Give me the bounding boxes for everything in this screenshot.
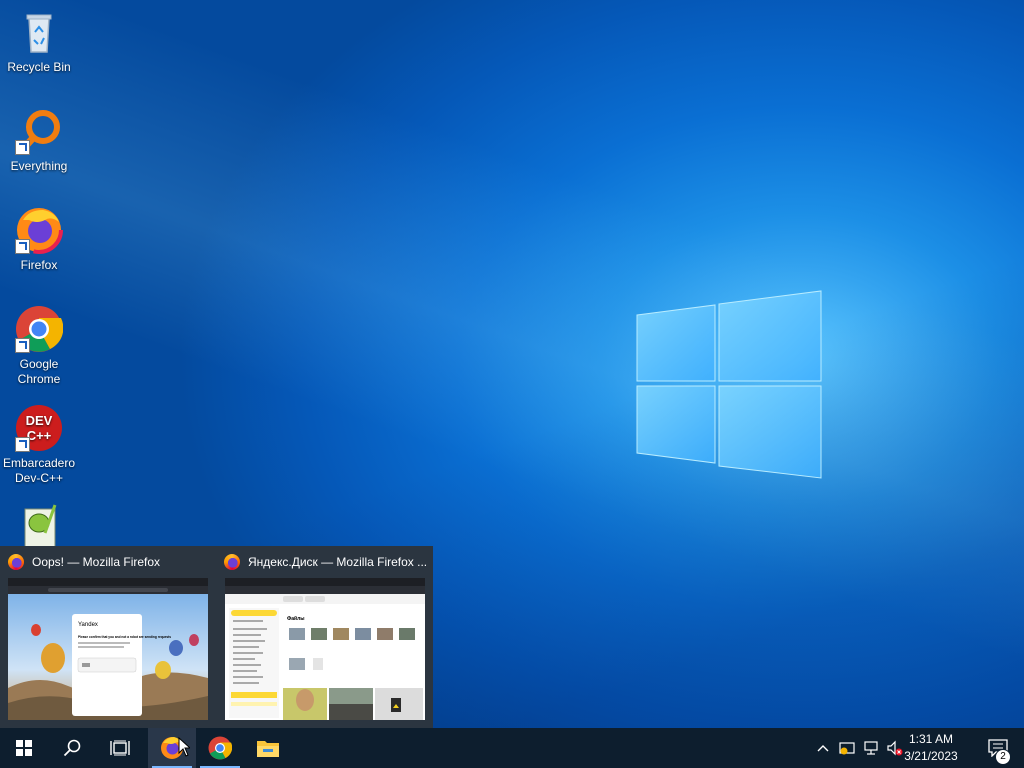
taskbar-thumbnail-popup: Oops! — Mozilla Firefox Yandex Please co… <box>0 546 433 728</box>
tray-network-icon[interactable] <box>860 728 882 768</box>
show-hidden-icons-button[interactable] <box>812 728 834 768</box>
desktop-icon-label: Google Chrome <box>17 357 61 386</box>
chrome-icon <box>15 305 64 353</box>
thumbnail-page-heading: Yandex <box>78 622 98 628</box>
search-button[interactable] <box>48 728 96 768</box>
recycle-bin-icon <box>15 8 63 56</box>
chevron-up-icon <box>817 745 829 752</box>
thumbnail-preview: Yandex Please confirm that you and not a… <box>8 578 208 720</box>
devcpp-icon: DEV C++ <box>15 404 63 452</box>
shortcut-arrow-icon <box>15 437 30 452</box>
task-view-button[interactable] <box>96 728 144 768</box>
clock-date: 3/21/2023 <box>904 749 958 763</box>
notification-count-badge: 2 <box>995 749 1011 765</box>
desktop-icon-label: Recycle Bin <box>7 60 71 74</box>
shortcut-arrow-icon <box>15 140 30 155</box>
desktop-icon-label: Firefox <box>20 258 58 272</box>
tray-security-icon[interactable] <box>836 728 858 768</box>
shortcut-arrow-icon <box>15 338 30 353</box>
desktop-icon-google-chrome[interactable]: Google Chrome <box>1 305 77 387</box>
thumbnail-preview: Файлы <box>225 578 425 720</box>
desktop-icon-firefox[interactable]: Firefox <box>1 206 77 273</box>
shortcut-arrow-icon <box>15 239 30 254</box>
task-view-icon <box>110 740 130 756</box>
thumbnail-title: Яндекс.Диск — Mozilla Firefox ... <box>224 554 427 570</box>
desktop-icon-everything[interactable]: Everything <box>1 107 77 174</box>
firefox-icon <box>8 554 24 570</box>
thumbnail-firefox-yandex-disk[interactable]: Яндекс.Диск — Mozilla Firefox ... Файлы <box>216 546 433 728</box>
file-explorer-icon <box>257 741 279 757</box>
svg-text:C++: C++ <box>27 428 52 443</box>
mouse-cursor-icon <box>178 737 190 757</box>
thumbnail-page-text: Please confirm that you and not a robot … <box>78 635 171 639</box>
network-icon <box>864 741 878 755</box>
taskbar: 1:31 AM 3/21/2023 2 <box>0 728 1024 768</box>
firefox-icon <box>224 554 240 570</box>
desktop-icon-label: Everything <box>10 159 68 173</box>
security-warning-icon <box>839 742 855 755</box>
action-center-button[interactable]: 2 <box>978 728 1018 768</box>
firefox-icon <box>15 206 63 254</box>
desktop-icon-recycle-bin[interactable]: Recycle Bin <box>1 8 77 75</box>
windows-start-icon <box>16 740 32 756</box>
chrome-icon <box>208 736 232 760</box>
svg-text:DEV: DEV <box>26 413 53 428</box>
thumbnail-title-text: Oops! — Mozilla Firefox <box>32 555 161 569</box>
start-button[interactable] <box>0 728 48 768</box>
thumbnail-page-heading: Файлы <box>287 615 305 622</box>
desktop-icon-label: Embarcadero Dev-C++ <box>2 456 76 485</box>
taskbar-app-chrome[interactable] <box>196 728 244 768</box>
clock[interactable]: 1:31 AM 3/21/2023 <box>896 731 966 765</box>
everything-search-icon <box>15 107 63 155</box>
desktop-icon-dev-cpp[interactable]: DEV C++ Embarcadero Dev-C++ <box>1 404 77 486</box>
notepad-plus-plus-icon <box>15 503 63 551</box>
taskbar-app-file-explorer[interactable] <box>244 728 292 768</box>
thumbnail-title-text: Яндекс.Диск — Mozilla Firefox ... <box>248 555 428 569</box>
clock-time: 1:31 AM <box>908 732 954 746</box>
thumbnail-title: Oops! — Mozilla Firefox <box>8 554 160 570</box>
search-icon <box>63 739 81 757</box>
thumbnail-firefox-oops[interactable]: Oops! — Mozilla Firefox Yandex Please co… <box>0 546 216 728</box>
